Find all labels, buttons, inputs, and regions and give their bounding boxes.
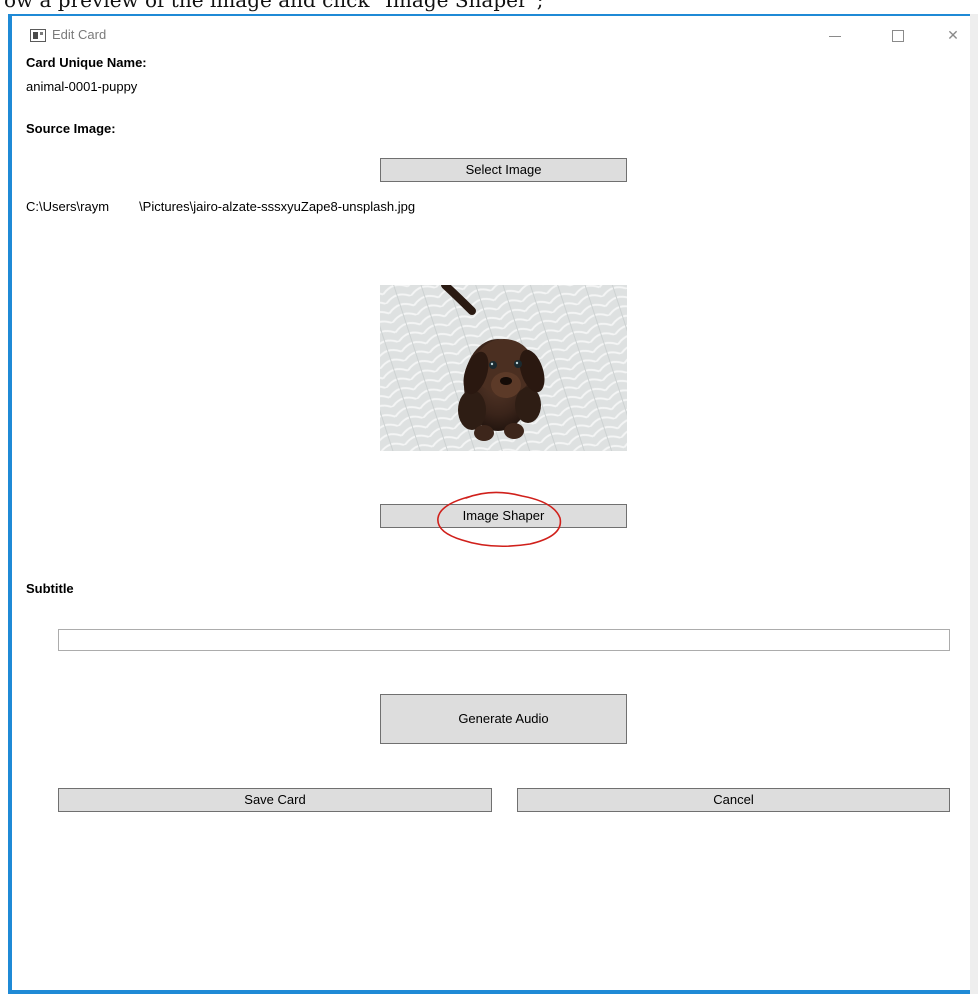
save-card-button[interactable]: Save Card bbox=[58, 788, 492, 812]
window-title: Edit Card bbox=[52, 27, 107, 42]
source-image-label: Source Image: bbox=[26, 121, 116, 136]
card-name-value: animal-0001-puppy bbox=[26, 79, 138, 94]
edit-card-window: Edit Card ✕ Card Unique Name: animal-000… bbox=[8, 14, 978, 994]
minimize-button[interactable] bbox=[820, 24, 850, 48]
generate-audio-button[interactable]: Generate Audio bbox=[380, 694, 627, 744]
close-button[interactable]: ✕ bbox=[938, 24, 968, 48]
image-shaper-button[interactable]: Image Shaper bbox=[380, 504, 627, 528]
source-path-prefix: C:\Users\raym bbox=[26, 199, 110, 214]
titlebar: Edit Card ✕ bbox=[12, 16, 978, 54]
card-name-label: Card Unique Name: bbox=[26, 55, 147, 70]
source-image-path: C:\Users\raym \Pictures\jairo-alzate-sssx… bbox=[26, 199, 415, 214]
maximize-icon bbox=[892, 30, 904, 42]
source-path-suffix: \Pictures\jairo-alzate-sssxyuZape8-unspl… bbox=[139, 199, 416, 214]
subtitle-label: Subtitle bbox=[26, 581, 74, 596]
app-window-icon bbox=[30, 29, 46, 42]
close-icon: ✕ bbox=[947, 28, 959, 44]
subtitle-input[interactable] bbox=[58, 629, 950, 651]
select-image-button[interactable]: Select Image bbox=[380, 158, 627, 182]
maximize-button[interactable] bbox=[883, 24, 913, 48]
image-preview bbox=[380, 285, 627, 451]
puppy-photo-icon bbox=[380, 285, 627, 451]
caption-text: ow a preview of the image and click "Ima… bbox=[4, 0, 544, 12]
cancel-button[interactable]: Cancel bbox=[517, 788, 950, 812]
background-edge bbox=[970, 14, 978, 994]
caption-strip: ow a preview of the image and click "Ima… bbox=[0, 0, 978, 14]
minimize-icon bbox=[829, 36, 841, 37]
